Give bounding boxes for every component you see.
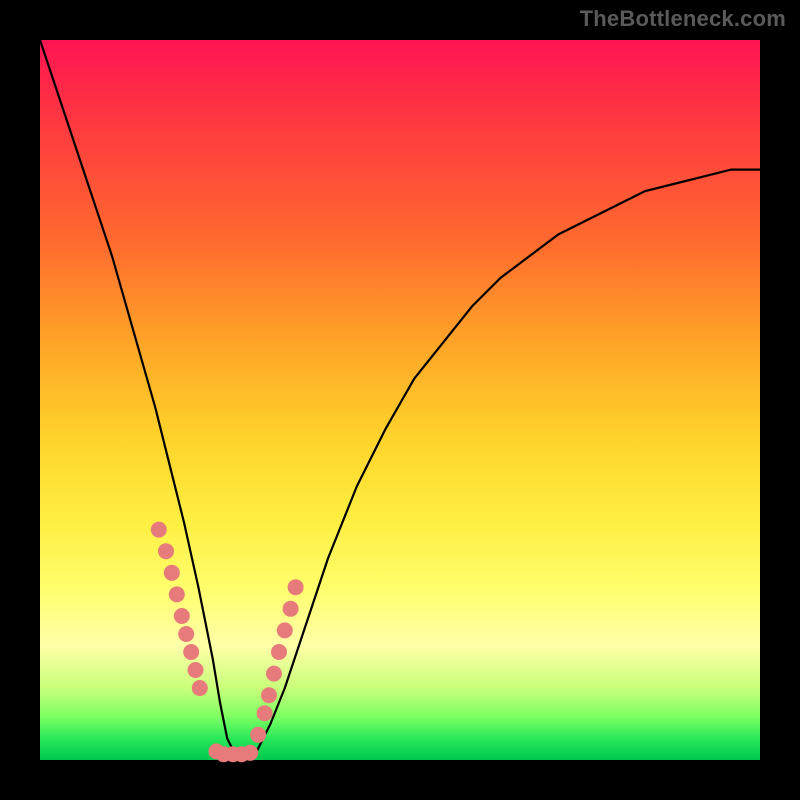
data-marker xyxy=(250,727,266,743)
chart-stage: TheBottleneck.com xyxy=(0,0,800,800)
data-marker xyxy=(158,543,174,559)
data-marker xyxy=(169,586,185,602)
plot-area xyxy=(40,40,760,760)
data-marker xyxy=(178,626,194,642)
data-marker xyxy=(192,680,208,696)
data-marker xyxy=(266,666,282,682)
data-marker xyxy=(288,579,304,595)
data-marker xyxy=(183,644,199,660)
data-marker xyxy=(188,662,204,678)
marker-group xyxy=(151,522,304,763)
chart-svg xyxy=(40,40,760,760)
watermark-text: TheBottleneck.com xyxy=(580,6,786,32)
data-marker xyxy=(283,601,299,617)
data-marker xyxy=(271,644,287,660)
data-marker xyxy=(164,565,180,581)
data-marker xyxy=(242,745,258,761)
bottleneck-curve xyxy=(40,40,760,760)
data-marker xyxy=(174,608,190,624)
data-marker xyxy=(151,522,167,538)
data-marker xyxy=(257,705,273,721)
data-marker xyxy=(261,687,277,703)
data-marker xyxy=(277,622,293,638)
